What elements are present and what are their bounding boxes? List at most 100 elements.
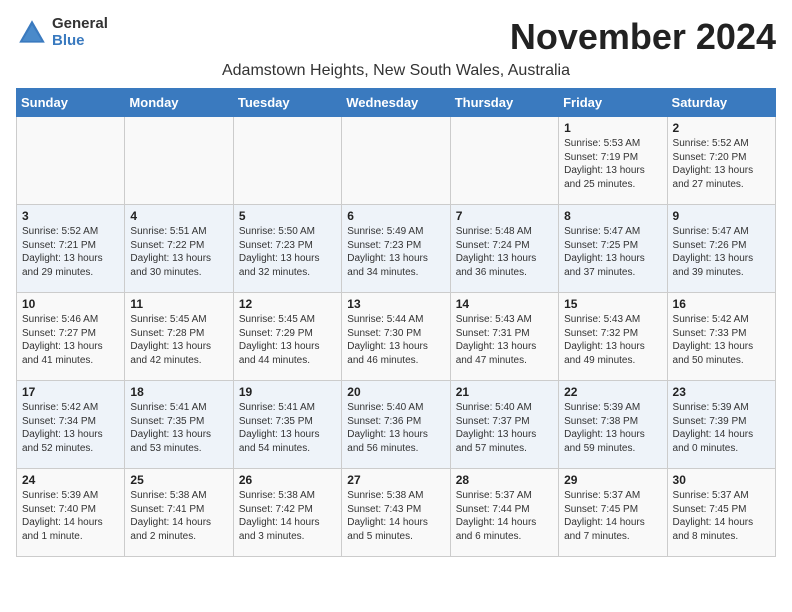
day-info: Sunrise: 5:38 AM Sunset: 7:43 PM Dayligh… bbox=[347, 489, 444, 543]
day-number: 27 bbox=[347, 473, 444, 487]
day-number: 24 bbox=[22, 473, 119, 487]
calendar-cell: 22Sunrise: 5:39 AM Sunset: 7:38 PM Dayli… bbox=[559, 381, 667, 469]
day-number: 28 bbox=[456, 473, 553, 487]
day-number: 13 bbox=[347, 297, 444, 311]
day-info: Sunrise: 5:52 AM Sunset: 7:20 PM Dayligh… bbox=[673, 137, 770, 191]
day-number: 5 bbox=[239, 209, 336, 223]
day-number: 3 bbox=[22, 209, 119, 223]
day-info: Sunrise: 5:42 AM Sunset: 7:33 PM Dayligh… bbox=[673, 313, 770, 367]
day-info: Sunrise: 5:38 AM Sunset: 7:41 PM Dayligh… bbox=[130, 489, 227, 543]
calendar-cell: 13 Sunrise: 5:44 AM Sunset: 7:30 PM Dayli… bbox=[342, 293, 450, 381]
header-day-saturday: Saturday bbox=[667, 89, 775, 117]
calendar-cell: 12 Sunrise: 5:45 AM Sunset: 7:29 PM Dayli… bbox=[233, 293, 341, 381]
calendar-cell: 9 Sunrise: 5:47 AM Sunset: 7:26 PM Daylig… bbox=[667, 205, 775, 293]
day-number: 29 bbox=[564, 473, 661, 487]
day-number: 14 bbox=[456, 297, 553, 311]
calendar-week-5: 24 Sunrise: 5:39 AM Sunset: 7:40 PM Dayli… bbox=[17, 469, 776, 557]
day-number: 6 bbox=[347, 209, 444, 223]
calendar-cell: 19 Sunrise: 5:41 AM Sunset: 7:35 PM Dayli… bbox=[233, 381, 341, 469]
logo: General Blue bbox=[16, 16, 108, 49]
calendar-cell: 10Sunrise: 5:46 AM Sunset: 7:27 PM Dayli… bbox=[17, 293, 125, 381]
calendar-cell: 28 Sunrise: 5:37 AM Sunset: 7:44 PM Dayli… bbox=[450, 469, 558, 557]
calendar-cell: 17 Sunrise: 5:42 AM Sunset: 7:34 PM Dayli… bbox=[17, 381, 125, 469]
day-info: Sunrise: 5:48 AM Sunset: 7:24 PM Dayligh… bbox=[456, 225, 553, 279]
logo-general: General bbox=[52, 16, 108, 33]
day-info: Sunrise: 5:44 AM Sunset: 7:30 PM Dayligh… bbox=[347, 313, 444, 367]
calendar-cell: 18 Sunrise: 5:41 AM Sunset: 7:35 PM Dayli… bbox=[125, 381, 233, 469]
header-day-tuesday: Tuesday bbox=[233, 89, 341, 117]
day-number: 9 bbox=[673, 209, 770, 223]
calendar-header-row: SundayMondayTuesdayWednesdayThursdayFrid… bbox=[17, 89, 776, 117]
calendar-cell: 5 Sunrise: 5:50 AM Sunset: 7:23 PM Daylig… bbox=[233, 205, 341, 293]
calendar-cell bbox=[125, 117, 233, 205]
header-day-monday: Monday bbox=[125, 89, 233, 117]
day-info: Sunrise: 5:41 AM Sunset: 7:35 PM Dayligh… bbox=[130, 401, 227, 455]
calendar-cell bbox=[450, 117, 558, 205]
day-info: Sunrise: 5:51 AM Sunset: 7:22 PM Dayligh… bbox=[130, 225, 227, 279]
location-title: Adamstown Heights, New South Wales, Aust… bbox=[16, 62, 776, 80]
calendar-cell bbox=[342, 117, 450, 205]
calendar-cell: 25Sunrise: 5:38 AM Sunset: 7:41 PM Dayli… bbox=[125, 469, 233, 557]
day-info: Sunrise: 5:43 AM Sunset: 7:32 PM Dayligh… bbox=[564, 313, 661, 367]
calendar-cell: 24 Sunrise: 5:39 AM Sunset: 7:40 PM Dayli… bbox=[17, 469, 125, 557]
calendar-cell: 3 Sunrise: 5:52 AM Sunset: 7:21 PM Daylig… bbox=[17, 205, 125, 293]
day-number: 18 bbox=[130, 385, 227, 399]
calendar-cell: 2 Sunrise: 5:52 AM Sunset: 7:20 PM Daylig… bbox=[667, 117, 775, 205]
calendar-cell: 30 Sunrise: 5:37 AM Sunset: 7:45 PM Dayli… bbox=[667, 469, 775, 557]
day-number: 16 bbox=[673, 297, 770, 311]
day-info: Sunrise: 5:40 AM Sunset: 7:36 PM Dayligh… bbox=[347, 401, 444, 455]
day-info: Sunrise: 5:41 AM Sunset: 7:35 PM Dayligh… bbox=[239, 401, 336, 455]
day-number: 11 bbox=[130, 297, 227, 311]
day-number: 1 bbox=[564, 121, 661, 135]
day-info: Sunrise: 5:45 AM Sunset: 7:29 PM Dayligh… bbox=[239, 313, 336, 367]
day-info: Sunrise: 5:49 AM Sunset: 7:23 PM Dayligh… bbox=[347, 225, 444, 279]
calendar-cell: 16 Sunrise: 5:42 AM Sunset: 7:33 PM Dayli… bbox=[667, 293, 775, 381]
day-info: Sunrise: 5:42 AM Sunset: 7:34 PM Dayligh… bbox=[22, 401, 119, 455]
calendar-cell: 15Sunrise: 5:43 AM Sunset: 7:32 PM Dayli… bbox=[559, 293, 667, 381]
logo-icon bbox=[16, 17, 48, 49]
day-number: 21 bbox=[456, 385, 553, 399]
day-number: 4 bbox=[130, 209, 227, 223]
day-info: Sunrise: 5:38 AM Sunset: 7:42 PM Dayligh… bbox=[239, 489, 336, 543]
day-info: Sunrise: 5:40 AM Sunset: 7:37 PM Dayligh… bbox=[456, 401, 553, 455]
header-day-friday: Friday bbox=[559, 89, 667, 117]
day-info: Sunrise: 5:39 AM Sunset: 7:38 PM Dayligh… bbox=[564, 401, 661, 455]
day-info: Sunrise: 5:39 AM Sunset: 7:40 PM Dayligh… bbox=[22, 489, 119, 543]
calendar-cell: 6 Sunrise: 5:49 AM Sunset: 7:23 PM Daylig… bbox=[342, 205, 450, 293]
calendar-table: SundayMondayTuesdayWednesdayThursdayFrid… bbox=[16, 88, 776, 557]
calendar-cell: 29 Sunrise: 5:37 AM Sunset: 7:45 PM Dayli… bbox=[559, 469, 667, 557]
day-info: Sunrise: 5:52 AM Sunset: 7:21 PM Dayligh… bbox=[22, 225, 119, 279]
calendar-cell: 14Sunrise: 5:43 AM Sunset: 7:31 PM Dayli… bbox=[450, 293, 558, 381]
logo-blue: Blue bbox=[52, 33, 108, 50]
day-number: 17 bbox=[22, 385, 119, 399]
day-info: Sunrise: 5:37 AM Sunset: 7:45 PM Dayligh… bbox=[673, 489, 770, 543]
day-number: 26 bbox=[239, 473, 336, 487]
day-number: 8 bbox=[564, 209, 661, 223]
month-title: November 2024 bbox=[510, 16, 776, 58]
day-number: 23 bbox=[673, 385, 770, 399]
calendar-week-1: 1 Sunrise: 5:53 AM Sunset: 7:19 PM Daylig… bbox=[17, 117, 776, 205]
day-info: Sunrise: 5:47 AM Sunset: 7:25 PM Dayligh… bbox=[564, 225, 661, 279]
day-info: Sunrise: 5:53 AM Sunset: 7:19 PM Dayligh… bbox=[564, 137, 661, 191]
day-number: 2 bbox=[673, 121, 770, 135]
calendar-cell: 20 Sunrise: 5:40 AM Sunset: 7:36 PM Dayli… bbox=[342, 381, 450, 469]
day-number: 7 bbox=[456, 209, 553, 223]
day-info: Sunrise: 5:37 AM Sunset: 7:45 PM Dayligh… bbox=[564, 489, 661, 543]
day-info: Sunrise: 5:45 AM Sunset: 7:28 PM Dayligh… bbox=[130, 313, 227, 367]
day-number: 19 bbox=[239, 385, 336, 399]
day-number: 20 bbox=[347, 385, 444, 399]
day-info: Sunrise: 5:37 AM Sunset: 7:44 PM Dayligh… bbox=[456, 489, 553, 543]
calendar-cell: 21 Sunrise: 5:40 AM Sunset: 7:37 PM Dayli… bbox=[450, 381, 558, 469]
calendar-cell: 23Sunrise: 5:39 AM Sunset: 7:39 PM Dayli… bbox=[667, 381, 775, 469]
calendar-week-2: 3 Sunrise: 5:52 AM Sunset: 7:21 PM Daylig… bbox=[17, 205, 776, 293]
header-day-sunday: Sunday bbox=[17, 89, 125, 117]
page-header: General Blue November 2024 bbox=[16, 16, 776, 58]
day-number: 30 bbox=[673, 473, 770, 487]
day-info: Sunrise: 5:47 AM Sunset: 7:26 PM Dayligh… bbox=[673, 225, 770, 279]
day-info: Sunrise: 5:46 AM Sunset: 7:27 PM Dayligh… bbox=[22, 313, 119, 367]
day-number: 12 bbox=[239, 297, 336, 311]
calendar-week-4: 17 Sunrise: 5:42 AM Sunset: 7:34 PM Dayli… bbox=[17, 381, 776, 469]
calendar-cell: 8 Sunrise: 5:47 AM Sunset: 7:25 PM Daylig… bbox=[559, 205, 667, 293]
day-info: Sunrise: 5:50 AM Sunset: 7:23 PM Dayligh… bbox=[239, 225, 336, 279]
header-day-wednesday: Wednesday bbox=[342, 89, 450, 117]
